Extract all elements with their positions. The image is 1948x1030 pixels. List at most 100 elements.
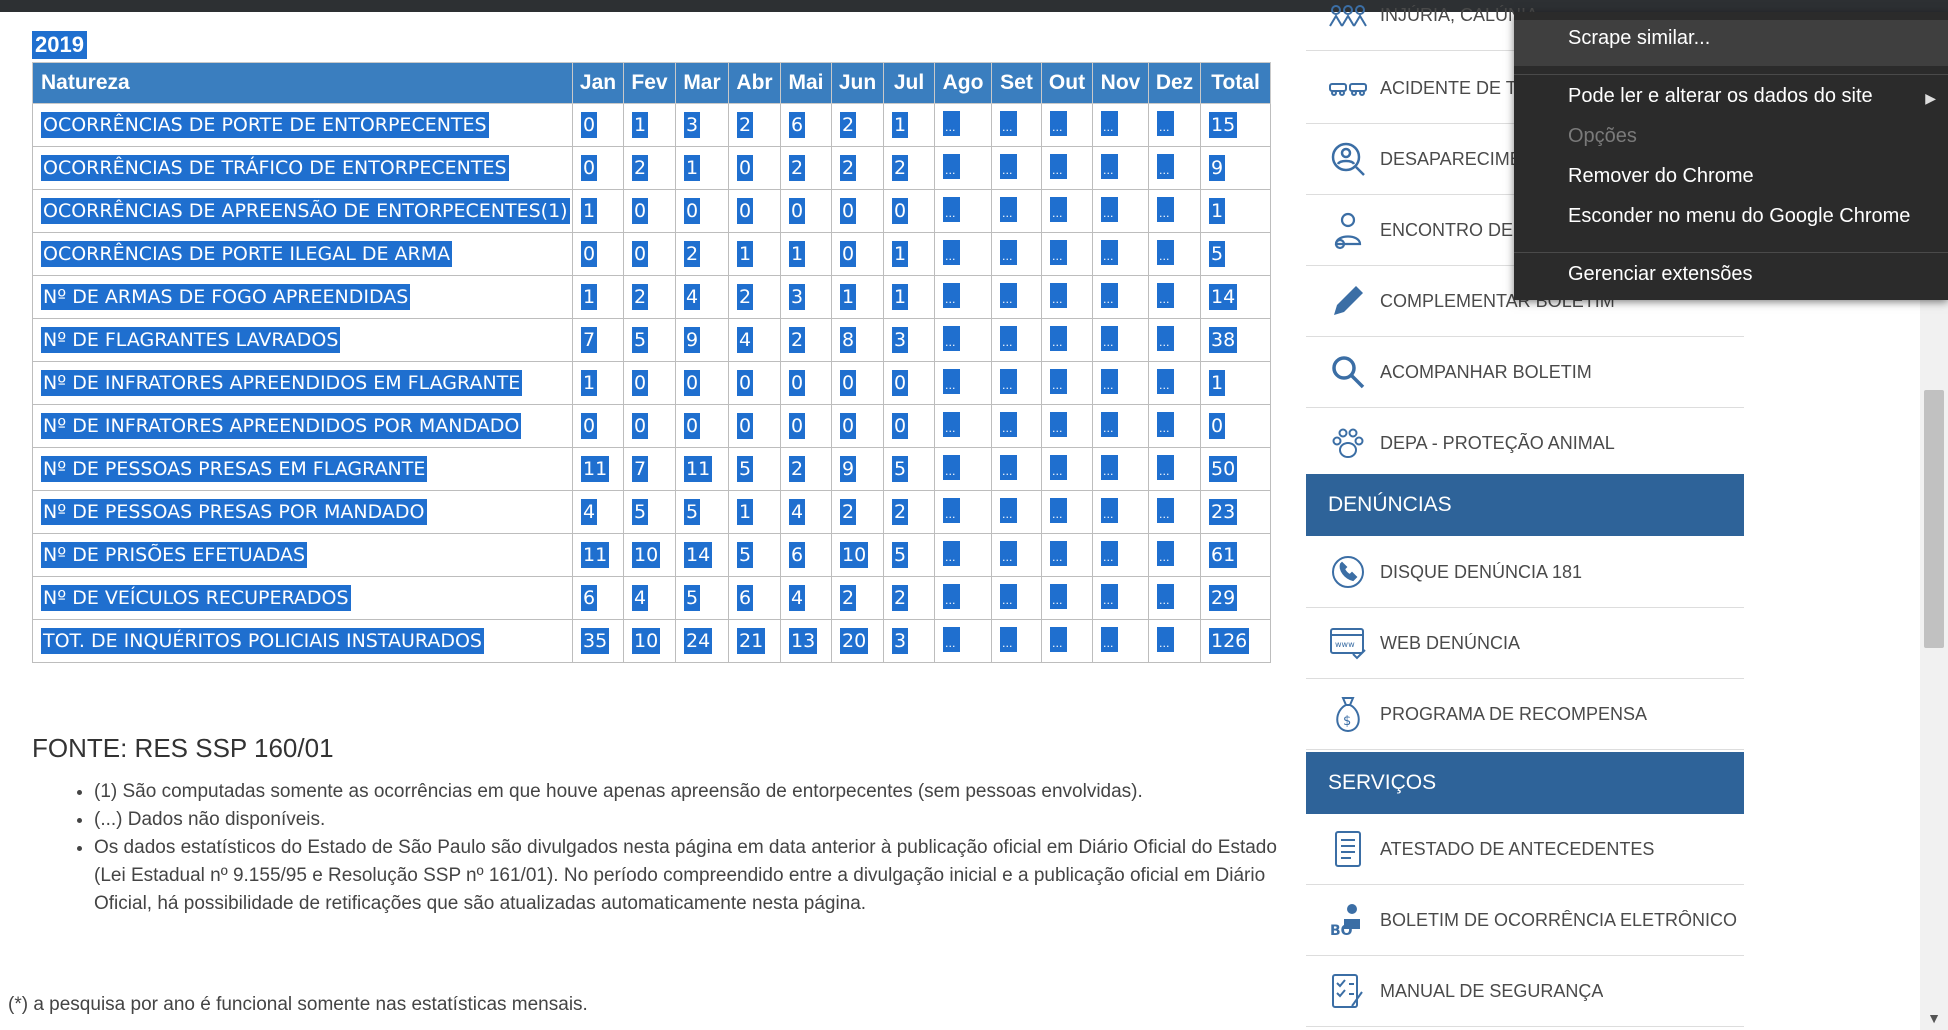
value-cell: 0 (623, 189, 676, 233)
menu-item-hide-in-menu[interactable]: Esconder no menu do Google Chrome (1568, 205, 1910, 228)
cell-text: ... (1000, 412, 1017, 437)
cell-text: ... (1050, 412, 1067, 437)
cell-text: 1 (737, 499, 754, 525)
cell-text: ... (943, 584, 960, 609)
svg-text:www: www (1335, 640, 1355, 649)
value-cell: ... (1148, 490, 1201, 534)
menu-item-read-change-site-data[interactable]: Pode ler e alterar os dados do site (1568, 85, 1873, 108)
value-cell: ... (934, 146, 992, 190)
pencil-icon (1328, 281, 1368, 321)
cell-text: 3 (684, 112, 701, 138)
value-cell: 1 (780, 232, 832, 276)
cell-text: 9 (840, 456, 857, 482)
cell-text: 5 (892, 456, 909, 482)
row-label-cell: Nº DE PRISÕES EFETUADAS (32, 533, 573, 577)
value-cell: 2 (883, 576, 935, 620)
sidebar-item-disque-denuncia[interactable]: DISQUE DENÚNCIA 181 (1306, 537, 1744, 608)
table-row: OCORRÊNCIAS DE TRÁFICO DE ENTORPECENTES 0… (32, 146, 1271, 190)
cell-text: 2 (737, 112, 754, 138)
sidebar-item-boletim-eletronico[interactable]: BO BOLETIM DE OCORRÊNCIA ELETRÔNICO (1306, 885, 1744, 956)
cell-text: ... (943, 455, 960, 480)
value-cell: ... (1148, 275, 1201, 319)
cell-text: 38 (1209, 327, 1238, 353)
value-cell: 0 (572, 103, 624, 147)
sidebar-item-label: DESAPARECIMEN (1380, 148, 1535, 169)
cell-text: 29 (1209, 585, 1238, 611)
value-cell: 21 (728, 619, 781, 663)
cell-text: ... (1101, 412, 1118, 437)
cell-text: 20 (840, 628, 869, 654)
sidebar-item-acompanhar[interactable]: ACOMPANHAR BOLETIM (1306, 337, 1744, 408)
row-label-cell: OCORRÊNCIAS DE TRÁFICO DE ENTORPECENTES (32, 146, 573, 190)
table-header-row: Natureza Jan Fev Mar Abr Mai Jun Jul Ago Set Out No… (32, 62, 1271, 104)
value-cell: 10 (623, 533, 676, 577)
cell-text: 4 (789, 499, 806, 525)
value-cell: ... (934, 533, 992, 577)
row-label-cell: Nº DE PESSOAS PRESAS EM FLAGRANTE (32, 447, 573, 491)
cell-text: 23 (1209, 499, 1238, 525)
value-cell: 14 (675, 533, 729, 577)
table-row: TOT. DE INQUÉRITOS POLICIAIS INSTAURADOS… (32, 619, 1271, 663)
value-cell: ... (1041, 318, 1093, 362)
value-cell: 6 (780, 103, 832, 147)
cell-text: ... (1101, 455, 1118, 480)
column-header: Jul (883, 62, 935, 104)
sidebar-item-atestado[interactable]: ATESTADO DE ANTECEDENTES (1306, 814, 1744, 885)
column-header: Jun (831, 62, 884, 104)
sidebar-item-web-denuncia[interactable]: www WEB DENÚNCIA (1306, 608, 1744, 679)
cell-text: ... (943, 412, 960, 437)
value-cell: 0 (780, 404, 832, 448)
menu-item-scrape-similar[interactable]: Scrape similar... (1568, 27, 1710, 50)
scrollbar-thumb[interactable] (1924, 390, 1944, 648)
paw-icon (1328, 423, 1368, 463)
column-header: Mai (780, 62, 832, 104)
cell-text: ... (1101, 283, 1118, 308)
cell-text: 1 (581, 198, 598, 224)
value-cell: 0 (675, 361, 729, 405)
value-cell: ... (1041, 490, 1093, 534)
value-cell: 2 (728, 103, 781, 147)
value-cell: 0 (572, 146, 624, 190)
value-cell: 13 (780, 619, 832, 663)
sidebar-item-manual[interactable]: MANUAL DE SEGURANÇA (1306, 956, 1744, 1027)
cell-text: 4 (789, 585, 806, 611)
cell-text: 0 (684, 370, 701, 396)
value-cell: 0 (883, 404, 935, 448)
cell-text: ... (1000, 455, 1017, 480)
cell-text: OCORRÊNCIAS DE APREENSÃO DE ENTORPECENTE… (41, 198, 570, 224)
sidebar-item-recompensa[interactable]: $ PROGRAMA DE RECOMPENSA (1306, 679, 1744, 750)
value-cell: 9 (1200, 146, 1271, 190)
sidebar-item-depa[interactable]: DEPA - PROTEÇÃO ANIMAL (1306, 408, 1744, 479)
value-cell: 24 (675, 619, 729, 663)
cell-text: 2 (684, 241, 701, 267)
value-cell: ... (1092, 619, 1149, 663)
cell-text: Nº DE PRISÕES EFETUADAS (41, 542, 308, 568)
cell-text: ... (1050, 197, 1067, 222)
scroll-down-arrow-icon[interactable]: ▼ (1926, 1010, 1942, 1026)
value-cell: 5 (728, 447, 781, 491)
cell-text: 0 (684, 413, 701, 439)
sidebar-item-label: BOLETIM DE OCORRÊNCIA ELETRÔNICO (1380, 909, 1738, 930)
value-cell: 10 (831, 533, 884, 577)
cell-text: ... (1101, 498, 1118, 523)
row-label-cell: TOT. DE INQUÉRITOS POLICIAIS INSTAURADOS (32, 619, 573, 663)
cell-text: 4 (737, 327, 754, 353)
menu-item-remove-from-chrome[interactable]: Remover do Chrome (1568, 165, 1754, 188)
cell-text: ... (1050, 154, 1067, 179)
cell-text: ... (1050, 584, 1067, 609)
cell-text: ... (1050, 369, 1067, 394)
value-cell: 0 (831, 189, 884, 233)
cell-text: 4 (581, 499, 598, 525)
menu-item-manage-extensions[interactable]: Gerenciar extensões (1568, 263, 1753, 286)
cell-text: 61 (1209, 542, 1238, 568)
column-header: Dez (1148, 62, 1201, 104)
cell-text: ... (943, 111, 960, 136)
value-cell: ... (1041, 404, 1093, 448)
cell-text: 2 (840, 499, 857, 525)
value-cell: 5 (675, 490, 729, 534)
cell-text: Nº DE FLAGRANTES LAVRADOS (41, 327, 341, 353)
note-item: (...) Dados não disponíveis. (94, 806, 1294, 834)
cell-text: ... (943, 498, 960, 523)
value-cell: ... (991, 146, 1042, 190)
value-cell: ... (1148, 533, 1201, 577)
